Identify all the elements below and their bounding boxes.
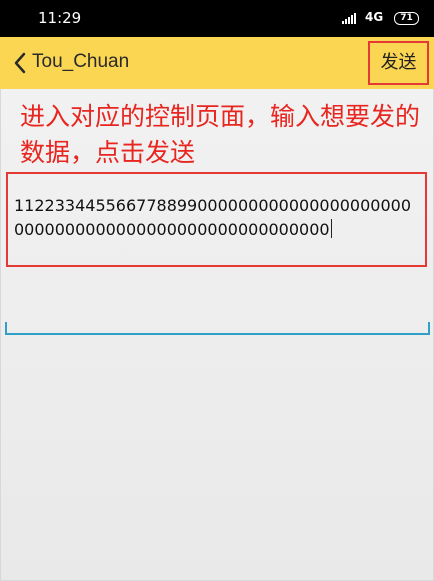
network-label: 4G [365, 10, 384, 24]
instruction-annotation: 进入对应的控制页面，输入想要发的数据，点击发送 [20, 102, 421, 167]
chevron-left-icon [14, 52, 26, 74]
status-bar: 11:29 4G 71 [0, 0, 434, 37]
back-button[interactable]: Tou_Chuan [0, 37, 150, 89]
page-title: Tou_Chuan [32, 51, 130, 72]
signal-icon [342, 12, 358, 24]
status-time: 11:29 [38, 9, 82, 27]
text-cursor [330, 219, 333, 238]
send-button[interactable]: 发送 [368, 41, 429, 85]
input-underline [5, 322, 430, 335]
message-input-value: 1122334455667788990000000000000000000000… [14, 196, 412, 239]
app-bar: Tou_Chuan 发送 [0, 37, 434, 89]
message-input[interactable]: 1122334455667788990000000000000000000000… [14, 194, 420, 242]
battery-icon: 71 [394, 12, 419, 25]
